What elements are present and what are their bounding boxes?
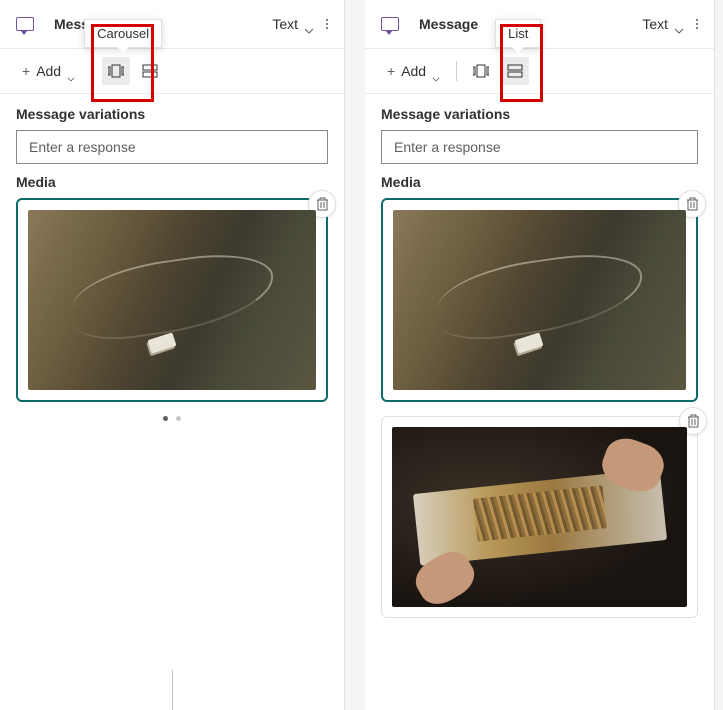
chevron-down-icon [432,69,440,74]
list-icon [507,64,523,78]
more-menu[interactable] [326,19,328,29]
carousel-layout-button[interactable] [467,57,495,85]
tooltip: List [495,19,541,48]
carousel-icon [108,64,124,78]
media-image [393,210,686,390]
page-dot-1[interactable] [163,416,168,421]
text-dropdown-label: Text [272,16,298,32]
tooltip: Carousel [84,19,162,48]
carousel-icon [473,64,489,78]
trash-icon [686,197,699,211]
add-button[interactable]: + Add [381,59,446,83]
toolbar: + Add List [365,48,714,94]
plus-icon: + [22,63,30,79]
text-dropdown-label: Text [642,16,668,32]
tooltip-text: Carousel [97,26,149,41]
more-menu[interactable] [696,19,698,29]
media-image [392,427,687,607]
list-layout-button[interactable]: List [501,57,529,85]
carousel-layout-button[interactable]: Carousel [102,57,130,85]
response-input[interactable] [381,130,698,164]
panel-header: Message Text [0,0,344,48]
content-area: Message variations Media [0,94,344,670]
media-image [28,210,316,390]
chevron-down-icon [67,69,75,74]
add-label: Add [401,63,426,79]
trash-icon [687,414,700,428]
page-dot-2[interactable] [176,416,181,421]
carousel-pagination [16,416,328,421]
connector [172,670,173,710]
trash-icon [316,197,329,211]
media-label: Media [16,174,328,190]
text-dropdown[interactable]: Text [272,16,314,32]
message-panel-right: Message Text + Add [365,0,715,710]
list-icon [142,64,158,78]
divider [91,61,92,81]
add-label: Add [36,63,61,79]
hand [408,544,480,607]
response-input[interactable] [16,130,328,164]
content-area: Message variations Media [365,94,714,710]
toolbar: + Add Carousel [0,48,344,94]
variations-label: Message variations [16,106,328,122]
variations-label: Message variations [381,106,698,122]
hand [597,433,670,499]
text-dropdown[interactable]: Text [642,16,684,32]
chat-icon [381,17,399,31]
tooltip-text: List [508,26,528,41]
add-button[interactable]: + Add [16,59,81,83]
list-layout-button[interactable] [136,57,164,85]
message-panel-left: Message Text + Add Carousel [0,0,345,710]
media-label: Media [381,174,698,190]
media-card-2[interactable] [381,416,698,618]
chevron-down-icon [304,21,314,27]
media-card[interactable] [16,198,328,402]
plus-icon: + [387,63,395,79]
media-card-1[interactable] [381,198,698,402]
divider [456,61,457,81]
chat-icon [16,17,34,31]
chevron-down-icon [674,21,684,27]
